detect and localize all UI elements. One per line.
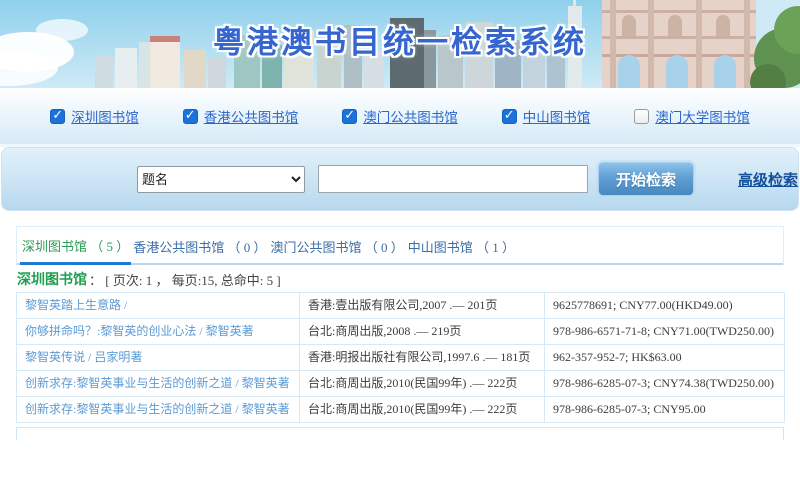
- advanced-search-link[interactable]: 高级检索: [738, 169, 798, 190]
- publication-cell: 台北:商周出版,2010(民国99年) .— 222页: [300, 397, 545, 423]
- library-filter-shenzhen[interactable]: 深圳图书馆: [50, 106, 139, 126]
- book-title-link[interactable]: 创新求存:黎智英事业与生活的创新之道 / 黎智英著: [25, 402, 290, 416]
- table-row: 黎智英踏上生意路 / 香港:壹出版有限公司,2007 .— 201页 96257…: [17, 293, 785, 319]
- library-filter-macau-university[interactable]: 澳门大学图书馆: [634, 106, 750, 126]
- library-filter-label[interactable]: 中山图书馆: [523, 106, 591, 126]
- results-tab-box: 深圳图书馆 （ 5 ） 香港公共图书馆 （ 0 ） 澳门公共图书馆 （ 0 ） …: [16, 226, 784, 265]
- book-title-link[interactable]: 黎智英传说 / 吕家明著: [25, 350, 142, 364]
- result-section-header: 深圳图书馆 ： [ 页次: 1 ， 每页:15, 总命中: 5 ]: [16, 265, 784, 292]
- library-filter-hongkong[interactable]: 香港公共图书馆: [183, 106, 299, 126]
- book-title-link[interactable]: 黎智英踏上生意路 /: [25, 298, 127, 312]
- table-row: 创新求存:黎智英事业与生活的创新之道 / 黎智英著 台北:商周出版,2010(民…: [17, 397, 785, 423]
- checkbox-icon[interactable]: [502, 109, 517, 124]
- isbn-price-cell: 978-986-6571-71-8; CNY71.00(TWD250.00): [545, 319, 785, 345]
- next-section-stub: [16, 427, 784, 440]
- checkbox-icon[interactable]: [634, 109, 649, 124]
- spacer: [0, 211, 800, 226]
- table-row: 你够拼命吗？:黎智英的创业心法 / 黎智英著 台北:商周出版,2008 .— 2…: [17, 319, 785, 345]
- table-row: 黎智英传说 / 吕家明著 香港:明报出版社有限公司,1997.6 .— 181页…: [17, 345, 785, 371]
- publication-cell: 香港:壹出版有限公司,2007 .— 201页: [300, 293, 545, 319]
- tab-macau-public-library[interactable]: 澳门公共图书馆 （ 0 ）: [269, 228, 406, 263]
- checkbox-icon[interactable]: [50, 109, 65, 124]
- library-filter-label[interactable]: 澳门公共图书馆: [363, 106, 458, 126]
- publication-cell: 香港:明报出版社有限公司,1997.6 .— 181页: [300, 345, 545, 371]
- library-filter-macau-public[interactable]: 澳门公共图书馆: [342, 106, 458, 126]
- table-row: 创新求存:黎智英事业与生活的创新之道 / 黎智英著 台北:商周出版,2010(民…: [17, 371, 785, 397]
- search-input[interactable]: [318, 165, 588, 193]
- publication-cell: 台北:商周出版,2008 .— 219页: [300, 319, 545, 345]
- page-title: 粤港澳书目统一检索系统: [0, 17, 800, 62]
- search-field-select[interactable]: 题名: [137, 166, 305, 193]
- section-library-name: 深圳图书馆: [17, 269, 87, 289]
- book-title-link[interactable]: 你够拼命吗？:黎智英的创业心法 / 黎智英著: [25, 324, 254, 338]
- search-panel: 题名 开始检索 高级检索: [1, 147, 799, 211]
- isbn-price-cell: 978-986-6285-07-3; CNY74.38(TWD250.00): [545, 371, 785, 397]
- search-submit-button[interactable]: 开始检索: [598, 162, 694, 196]
- library-filter-bar: 深圳图书馆 香港公共图书馆 澳门公共图书馆 中山图书馆 澳门大学图书馆: [0, 88, 800, 144]
- section-page-info: ： [ 页次: 1 ， 每页:15, 总命中: 5 ]: [89, 270, 281, 289]
- tab-zhongshan-library[interactable]: 中山图书馆 （ 1 ）: [406, 228, 517, 263]
- library-filter-zhongshan[interactable]: 中山图书馆: [502, 106, 591, 126]
- library-filter-label[interactable]: 香港公共图书馆: [204, 106, 299, 126]
- tab-hongkong-public-library[interactable]: 香港公共图书馆 （ 0 ）: [131, 228, 268, 263]
- isbn-price-cell: 962-357-952-7; HK$63.00: [545, 345, 785, 371]
- book-title-link[interactable]: 创新求存:黎智英事业与生活的创新之道 / 黎智英著: [25, 376, 290, 390]
- library-filter-label[interactable]: 澳门大学图书馆: [655, 106, 750, 126]
- isbn-price-cell: 978-986-6285-07-3; CNY95.00: [545, 397, 785, 423]
- checkbox-icon[interactable]: [183, 109, 198, 124]
- banner: 粤港澳书目统一检索系统: [0, 0, 800, 88]
- results-tabbar: 深圳图书馆 （ 5 ） 香港公共图书馆 （ 0 ） 澳门公共图书馆 （ 0 ） …: [17, 227, 783, 265]
- library-filter-label[interactable]: 深圳图书馆: [71, 106, 139, 126]
- isbn-price-cell: 9625778691; CNY77.00(HKD49.00): [545, 293, 785, 319]
- tab-shenzhen-library[interactable]: 深圳图书馆 （ 5 ）: [20, 227, 131, 265]
- results-table: 黎智英踏上生意路 / 香港:壹出版有限公司,2007 .— 201页 96257…: [16, 292, 785, 423]
- publication-cell: 台北:商周出版,2010(民国99年) .— 222页: [300, 371, 545, 397]
- checkbox-icon[interactable]: [342, 109, 357, 124]
